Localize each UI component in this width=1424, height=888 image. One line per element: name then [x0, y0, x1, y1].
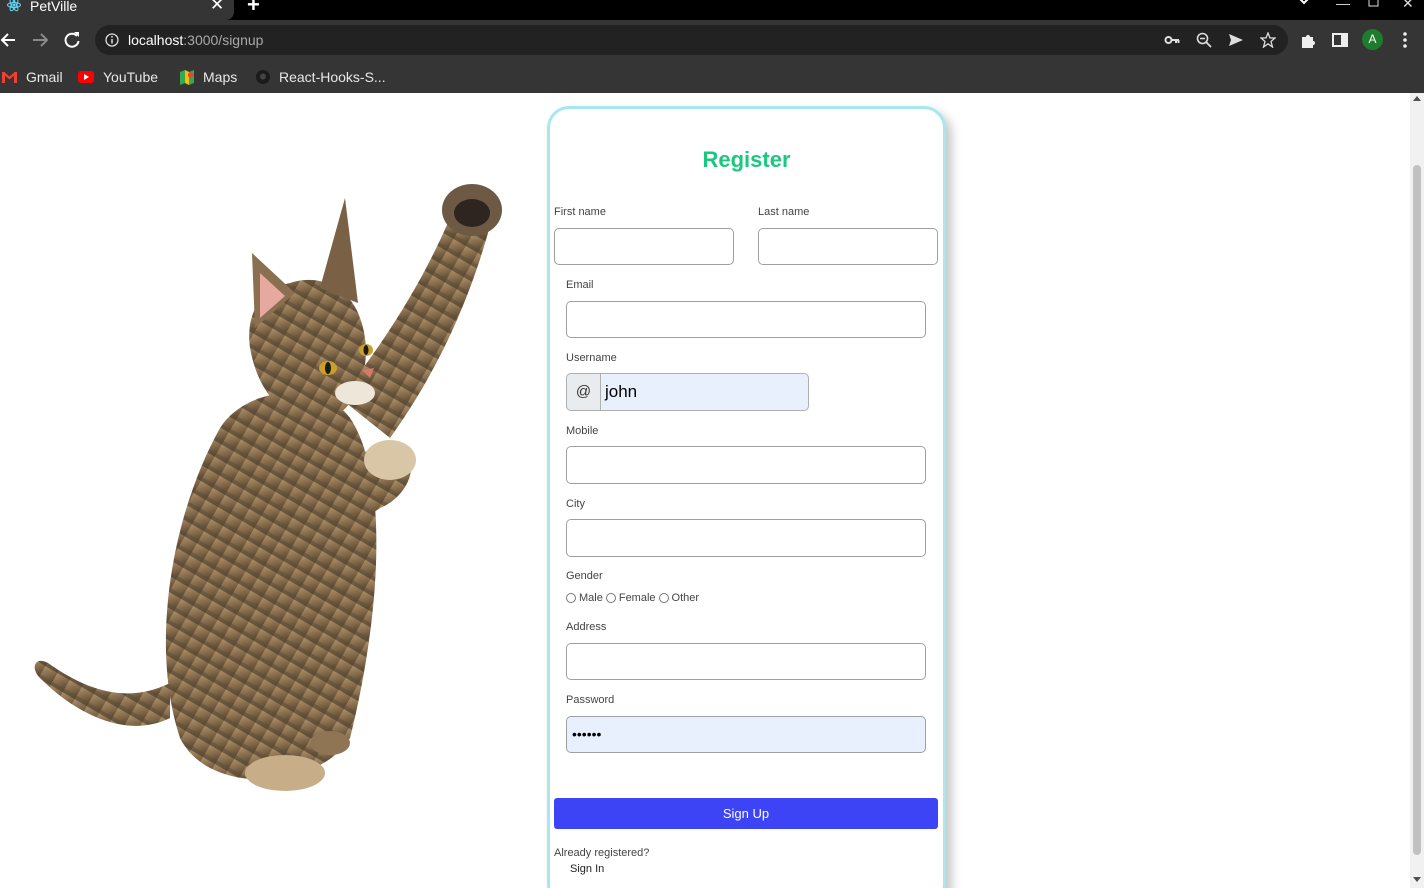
- city-label: City: [566, 498, 585, 510]
- bookmark-gmail[interactable]: Gmail: [2, 66, 63, 88]
- tab-title: PetVille: [30, 0, 78, 14]
- cat-image: [34, 184, 502, 791]
- tab-search-icon[interactable]: [1296, 0, 1312, 10]
- tab-close-icon[interactable]: ✕: [210, 0, 224, 14]
- mobile-input[interactable]: [566, 446, 926, 484]
- gmail-icon: [2, 71, 17, 83]
- info-icon[interactable]: [105, 33, 119, 47]
- email-input[interactable]: [566, 301, 926, 338]
- back-icon[interactable]: [0, 30, 20, 50]
- register-card: Register First name Last name Email User…: [547, 106, 946, 888]
- mobile-label: Mobile: [566, 425, 599, 437]
- at-sign-addon: @: [566, 373, 601, 411]
- bookmarks-bar: Gmail YouTube Maps React-Hooks-S...: [0, 62, 1424, 93]
- page-viewport: Register First name Last name Email User…: [0, 93, 1410, 888]
- sidebar-icon[interactable]: [1331, 31, 1349, 49]
- gender-label: Gender: [566, 570, 603, 582]
- minimize-icon[interactable]: —: [1336, 0, 1350, 11]
- maps-icon: [180, 69, 194, 85]
- scroll-down-icon[interactable]: [1413, 877, 1421, 882]
- zoom-icon[interactable]: [1196, 32, 1212, 48]
- email-label: Email: [566, 279, 594, 291]
- bookmark-label: React-Hooks-S...: [279, 69, 386, 85]
- first-name-label: First name: [554, 206, 606, 218]
- password-label: Password: [566, 694, 615, 706]
- address-input[interactable]: [566, 643, 926, 680]
- tab-petville[interactable]: PetVille ✕: [0, 0, 234, 20]
- react-favicon-icon: [7, 0, 21, 12]
- key-icon[interactable]: [1164, 32, 1180, 48]
- address-label: Address: [566, 621, 607, 633]
- address-bar[interactable]: localhost:3000/signup: [95, 25, 1288, 55]
- tab-strip: PetVille ✕ + — ✕: [0, 0, 1424, 20]
- page-scrollbar[interactable]: [1410, 93, 1424, 888]
- bookmark-label: Gmail: [26, 69, 63, 85]
- username-input[interactable]: john: [601, 373, 809, 411]
- first-name-input[interactable]: [554, 228, 734, 265]
- github-icon: [256, 70, 270, 84]
- close-window-icon[interactable]: ✕: [1402, 0, 1414, 11]
- forward-icon[interactable]: [30, 30, 50, 50]
- username-label: Username: [566, 352, 617, 364]
- password-input[interactable]: ••••••: [566, 716, 926, 753]
- star-icon[interactable]: [1260, 32, 1276, 48]
- last-name-label: Last name: [758, 206, 810, 218]
- send-icon[interactable]: [1228, 32, 1244, 48]
- bookmark-label: Maps: [203, 69, 238, 85]
- city-input[interactable]: [566, 519, 926, 557]
- browser-toolbar: localhost:3000/signup A: [0, 20, 1424, 62]
- last-name-input[interactable]: [758, 228, 938, 265]
- sign-up-button[interactable]: Sign Up: [554, 798, 938, 829]
- bookmark-label: YouTube: [103, 69, 159, 85]
- register-title: Register: [702, 147, 791, 172]
- reload-icon[interactable]: [62, 30, 82, 50]
- radio-male[interactable]: [566, 593, 576, 603]
- youtube-icon: [78, 71, 94, 83]
- menu-icon[interactable]: [1400, 30, 1410, 50]
- extensions-icon[interactable]: [1299, 31, 1317, 49]
- url-text[interactable]: localhost:3000/signup: [128, 32, 263, 48]
- radio-other-label: Other: [671, 592, 700, 604]
- radio-female[interactable]: [605, 593, 616, 603]
- gender-radio-group: Male Female Other: [566, 592, 702, 604]
- radio-male-label: Male: [579, 592, 603, 604]
- bookmark-react-hooks[interactable]: React-Hooks-S...: [256, 66, 386, 88]
- scroll-up-icon[interactable]: [1413, 96, 1421, 101]
- already-registered-text: Already registered?: [554, 847, 650, 859]
- new-tab-button[interactable]: +: [247, 0, 260, 16]
- bookmark-maps[interactable]: Maps: [180, 66, 237, 88]
- scroll-thumb[interactable]: [1413, 165, 1421, 855]
- profile-avatar[interactable]: A: [1362, 29, 1383, 50]
- radio-female-label: Female: [618, 592, 656, 604]
- bookmark-youtube[interactable]: YouTube: [78, 66, 158, 88]
- radio-other[interactable]: [658, 593, 669, 603]
- restore-icon[interactable]: [1368, 0, 1380, 8]
- sign-in-link[interactable]: Sign In: [570, 863, 604, 875]
